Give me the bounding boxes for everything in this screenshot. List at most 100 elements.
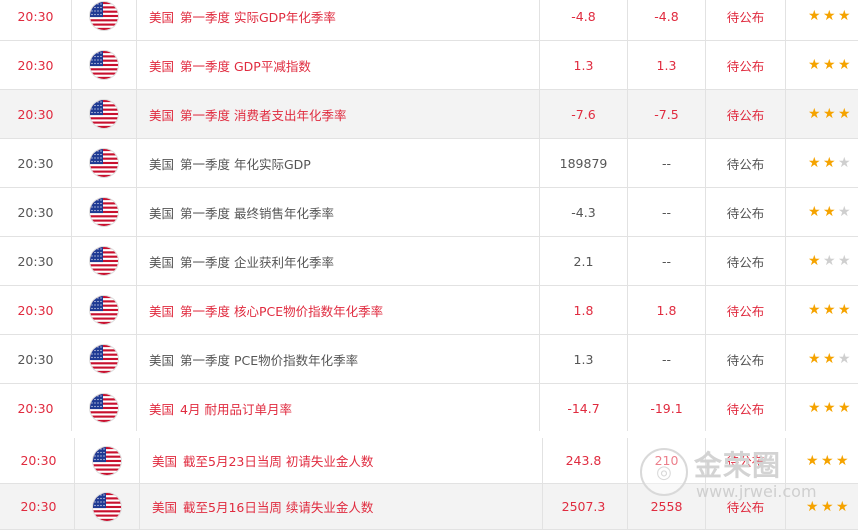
table-row[interactable]: 20:30 美国 截至5月23日当周 初请失业金人数 243.8 210 待公布 ★ ★ ★	[0, 438, 858, 484]
importance-stars: ★ ★ ★	[786, 188, 858, 236]
time-cell: 20:30	[0, 384, 72, 432]
forecast-value: --	[628, 237, 706, 285]
time-cell: 20:30	[0, 90, 72, 138]
table-row[interactable]: 20:30 美国 第一季度 PCE物价指数年化季率 1.3 -- 待公布 ★ ★ ★	[0, 335, 858, 384]
event-name-cell[interactable]: 美国 第一季度 实际GDP年化季率	[137, 0, 540, 40]
event-name-cell[interactable]: 美国 第一季度 最终销售年化季率	[137, 188, 540, 236]
event-name-cell[interactable]: 美国 截至5月23日当周 初请失业金人数	[140, 438, 543, 483]
forecast-value: 210	[628, 438, 706, 483]
event-name-cell[interactable]: 美国 截至5月16日当周 续请失业金人数	[140, 484, 543, 529]
star-empty-icon: ★	[838, 351, 851, 367]
star-filled-icon: ★	[808, 253, 821, 269]
importance-stars: ★ ★ ★	[786, 237, 858, 285]
event-label: 截至5月23日当周 初请失业金人数	[183, 454, 374, 469]
flag-cell	[72, 335, 137, 383]
importance-stars: ★ ★ ★	[786, 0, 858, 40]
us-flag-icon	[90, 296, 118, 324]
star-filled-icon: ★	[823, 57, 836, 73]
us-flag-icon	[93, 492, 121, 521]
importance-stars: ★ ★ ★	[786, 90, 858, 138]
star-filled-icon: ★	[821, 498, 834, 515]
star-filled-icon: ★	[808, 204, 821, 220]
table-row[interactable]: 20:30 美国 4月 耐用品订单月率 -14.7 -19.1 待公布 ★ ★ ★	[0, 384, 858, 433]
event-name-cell[interactable]: 美国 第一季度 GDP平减指数	[137, 41, 540, 89]
country-label: 美国	[152, 500, 178, 515]
event-label: 第一季度 年化实际GDP	[180, 156, 311, 172]
event-label: 第一季度 最终销售年化季率	[180, 205, 334, 221]
forecast-value: --	[628, 139, 706, 187]
actual-value: 待公布	[706, 438, 786, 483]
star-filled-icon: ★	[836, 452, 849, 469]
importance-stars: ★ ★ ★	[786, 286, 858, 334]
us-flag-icon	[90, 394, 118, 422]
star-filled-icon: ★	[808, 106, 821, 122]
event-name-cell[interactable]: 美国 第一季度 PCE物价指数年化季率	[137, 335, 540, 383]
forecast-value: 1.8	[628, 286, 706, 334]
actual-value: 待公布	[706, 139, 786, 187]
forecast-value: -4.8	[628, 0, 706, 40]
previous-value: 1.3	[540, 335, 628, 383]
flag-cell	[72, 188, 137, 236]
us-flag-icon	[90, 100, 118, 128]
event-label: 第一季度 PCE物价指数年化季率	[180, 352, 359, 368]
event-label: 截至5月16日当周 续请失业金人数	[183, 500, 374, 515]
table-row[interactable]: 20:30 美国 截至5月16日当周 续请失业金人数 2507.3 2558 待公布 ★ ★ ★	[0, 484, 858, 530]
star-filled-icon: ★	[808, 57, 821, 73]
actual-value: 待公布	[706, 286, 786, 334]
table-row[interactable]: 20:30 美国 第一季度 企业获利年化季率 2.1 -- 待公布 ★ ★ ★	[0, 237, 858, 286]
event-name-cell[interactable]: 美国 第一季度 年化实际GDP	[137, 139, 540, 187]
previous-value: 2507.3	[540, 484, 628, 529]
table-row[interactable]: 20:30 美国 第一季度 核心PCE物价指数年化季率 1.8 1.8 待公布 ★ ★ ★	[0, 286, 858, 335]
flag-cell	[75, 484, 140, 529]
time-cell: 20:30	[0, 41, 72, 89]
us-flag-icon	[90, 149, 118, 177]
forecast-value: --	[628, 188, 706, 236]
star-filled-icon: ★	[806, 452, 819, 469]
country-label: 美国	[149, 401, 175, 417]
country-label: 美国	[152, 454, 178, 469]
flag-cell	[75, 438, 140, 483]
event-name-cell[interactable]: 美国 第一季度 企业获利年化季率	[137, 237, 540, 285]
importance-stars: ★ ★ ★	[786, 384, 858, 432]
flag-cell	[72, 286, 137, 334]
us-flag-icon	[93, 446, 121, 475]
table-row[interactable]: 20:30 美国 第一季度 年化实际GDP 189879 -- 待公布 ★ ★ ★	[0, 139, 858, 188]
country-label: 美国	[149, 9, 175, 25]
country-label: 美国	[149, 352, 175, 368]
event-label: 第一季度 GDP平减指数	[180, 58, 311, 74]
country-label: 美国	[149, 107, 175, 123]
table-row[interactable]: 20:30 美国 第一季度 实际GDP年化季率 -4.8 -4.8 待公布 ★ ★ ★	[0, 0, 858, 41]
star-filled-icon: ★	[823, 8, 836, 24]
previous-value: 189879	[540, 139, 628, 187]
flag-cell	[72, 139, 137, 187]
actual-value: 待公布	[706, 237, 786, 285]
country-label: 美国	[149, 254, 175, 270]
actual-value: 待公布	[706, 484, 786, 529]
event-label: 第一季度 企业获利年化季率	[180, 254, 334, 270]
actual-value: 待公布	[706, 0, 786, 40]
star-filled-icon: ★	[808, 400, 821, 416]
star-filled-icon: ★	[838, 400, 851, 416]
previous-value: 243.8	[540, 438, 628, 483]
event-name-cell[interactable]: 美国 4月 耐用品订单月率	[137, 384, 540, 432]
event-name-cell[interactable]: 美国 第一季度 核心PCE物价指数年化季率	[137, 286, 540, 334]
forecast-value: --	[628, 335, 706, 383]
flag-cell	[72, 384, 137, 432]
table-row[interactable]: 20:30 美国 第一季度 最终销售年化季率 -4.3 -- 待公布 ★ ★ ★	[0, 188, 858, 237]
importance-stars: ★ ★ ★	[786, 335, 858, 383]
time-cell: 20:30	[0, 188, 72, 236]
flag-cell	[72, 237, 137, 285]
star-filled-icon: ★	[808, 8, 821, 24]
time-cell: 20:30	[0, 286, 72, 334]
table-row[interactable]: 20:30 美国 第一季度 消费者支出年化季率 -7.6 -7.5 待公布 ★ ★ ★	[0, 90, 858, 139]
previous-value: 1.8	[540, 286, 628, 334]
time-cell: 20:30	[0, 0, 72, 40]
time-cell: 20:30	[0, 335, 72, 383]
forecast-value: -19.1	[628, 384, 706, 432]
event-name-cell[interactable]: 美国 第一季度 消费者支出年化季率	[137, 90, 540, 138]
country-label: 美国	[149, 156, 175, 172]
country-label: 美国	[149, 205, 175, 221]
table-row[interactable]: 20:30 美国 第一季度 GDP平减指数 1.3 1.3 待公布 ★ ★ ★	[0, 41, 858, 90]
actual-value: 待公布	[706, 335, 786, 383]
star-filled-icon: ★	[823, 106, 836, 122]
